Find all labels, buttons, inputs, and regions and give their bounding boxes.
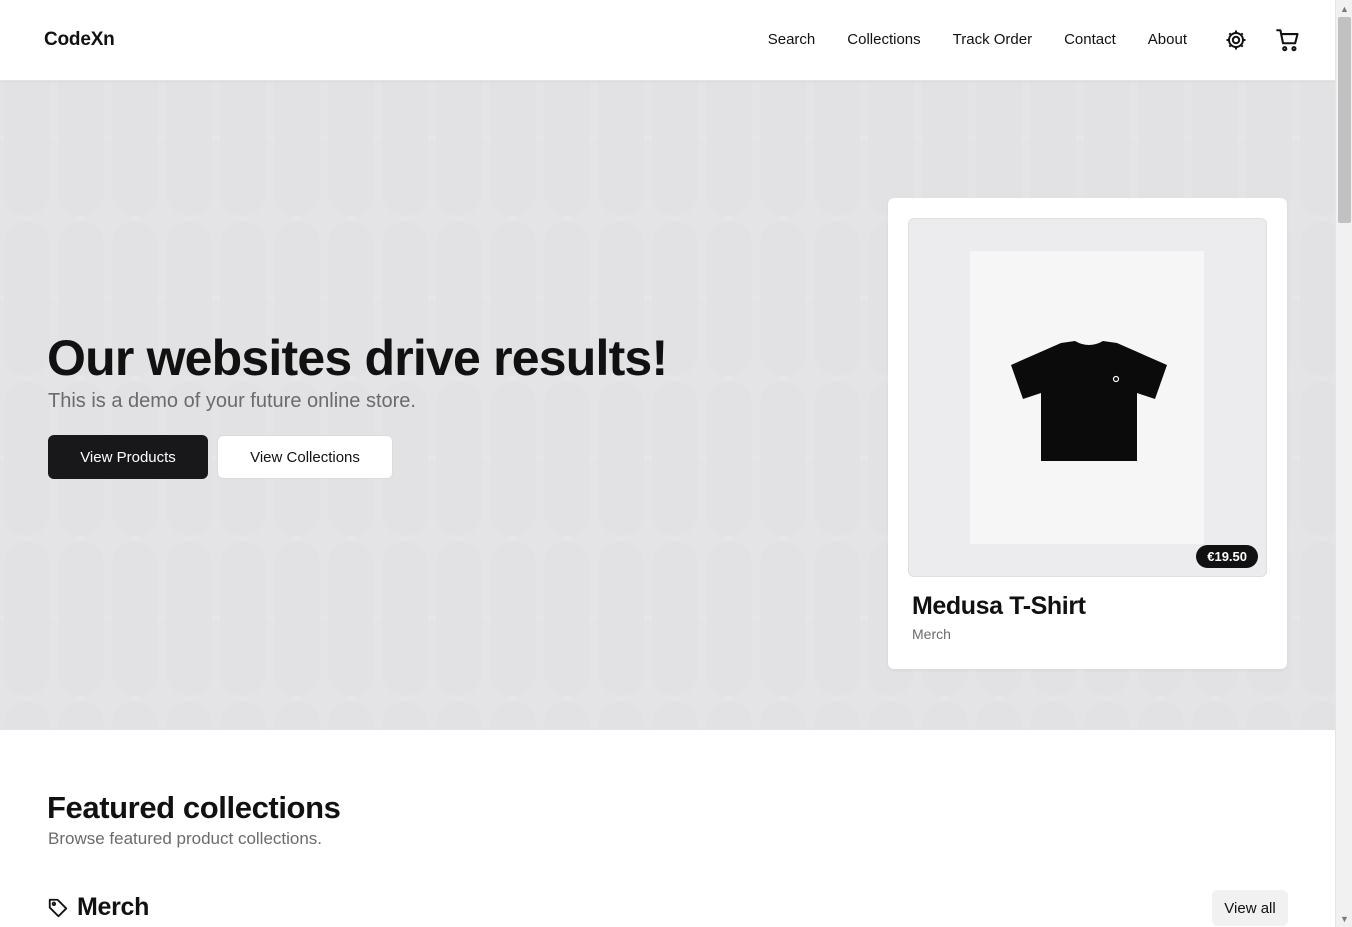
view-products-button[interactable]: View Products: [48, 435, 208, 479]
nav-about[interactable]: About: [1148, 31, 1187, 48]
collection-heading: Merch: [47, 893, 149, 922]
nav-track-order[interactable]: Track Order: [953, 31, 1032, 48]
view-collections-button[interactable]: View Collections: [217, 435, 393, 479]
collection-title[interactable]: Merch: [77, 893, 149, 922]
nav-collections[interactable]: Collections: [847, 31, 920, 48]
site-header: CodeXn Search Collections Track Order Co…: [0, 0, 1335, 81]
hero-title: Our websites drive results!: [47, 330, 668, 386]
main-nav: Search Collections Track Order Contact A…: [768, 31, 1187, 48]
price-badge: €19.50: [1196, 545, 1258, 568]
hero-section: Our websites drive results! This is a de…: [0, 81, 1335, 730]
tshirt-icon: [1011, 341, 1167, 461]
brand-logo[interactable]: CodeXn: [44, 29, 115, 51]
tag-icon: [48, 898, 68, 917]
cart-icon[interactable]: [1274, 26, 1302, 54]
product-category: Merch: [912, 626, 951, 642]
page: CodeXn Search Collections Track Order Co…: [0, 0, 1335, 927]
page-scrollbar[interactable]: ▲ ▼: [1335, 0, 1352, 927]
featured-collections-subtitle: Browse featured product collections.: [48, 829, 323, 848]
product-title[interactable]: Medusa T-Shirt: [912, 592, 1086, 621]
product-card[interactable]: €19.50 Medusa T-Shirt Merch: [888, 198, 1287, 669]
product-image: €19.50: [908, 218, 1267, 577]
featured-collections-title: Featured collections: [47, 790, 341, 825]
hero-subtitle: This is a demo of your future online sto…: [48, 390, 416, 412]
scrollbar-thumb[interactable]: [1338, 17, 1351, 223]
nav-contact[interactable]: Contact: [1064, 31, 1116, 48]
scroll-down-arrow-icon[interactable]: ▼: [1336, 910, 1352, 927]
scroll-up-arrow-icon[interactable]: ▲: [1336, 0, 1352, 17]
nav-search[interactable]: Search: [768, 31, 816, 48]
gear-icon[interactable]: [1222, 26, 1250, 54]
view-all-button[interactable]: View all: [1212, 890, 1288, 926]
